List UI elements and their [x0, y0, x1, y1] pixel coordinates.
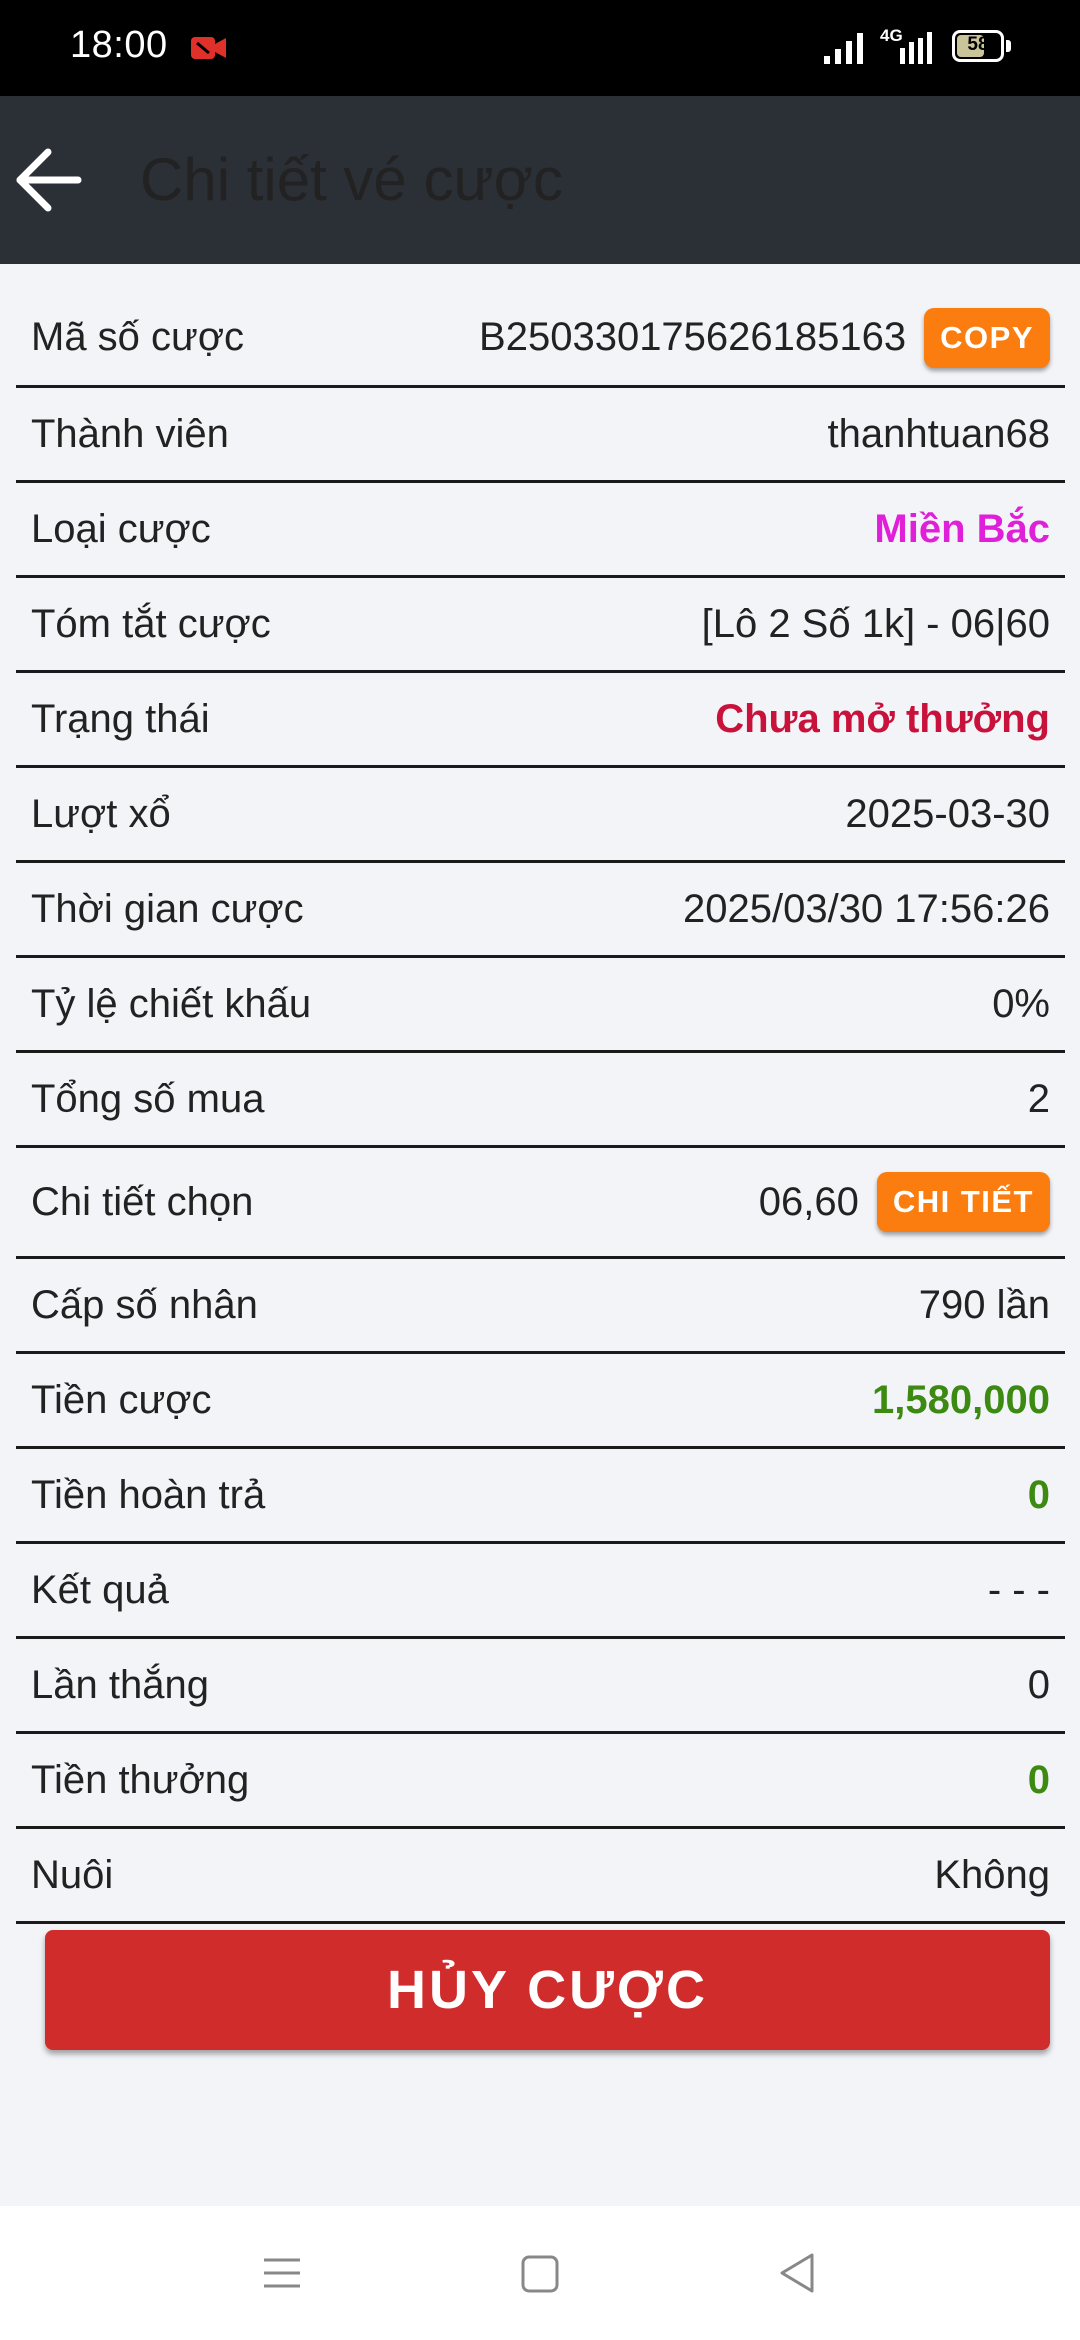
row-label: Trạng thái [31, 696, 210, 741]
discount-value: 0% [992, 981, 1050, 1026]
row-status: Trạng thái Chưa mở thưởng [16, 673, 1065, 768]
row-bet-type: Loại cược Miền Bắc [16, 483, 1065, 578]
result-value: - - - [987, 1567, 1050, 1612]
total-purchase-value: 2 [1027, 1076, 1050, 1121]
battery-icon: 58 [952, 30, 1004, 62]
row-label: Kết quả [31, 1567, 169, 1612]
row-stake: Tiền cược 1,580,000 [16, 1354, 1065, 1449]
row-multiplier: Cấp số nhân 790 lần [16, 1259, 1065, 1354]
row-label: Tỷ lệ chiết khấu [31, 981, 312, 1026]
status-value: Chưa mở thưởng [715, 696, 1050, 741]
row-refund: Tiền hoàn trả 0 [16, 1449, 1065, 1544]
wins-value: 0 [1027, 1662, 1050, 1707]
refund-value: 0 [1027, 1472, 1050, 1517]
row-label: Lần thắng [31, 1662, 209, 1707]
row-label: Tổng số mua [31, 1076, 265, 1121]
arrow-left-icon[interactable] [14, 140, 86, 220]
signal-4g-icon [900, 32, 932, 64]
row-label: Tiền cược [31, 1377, 212, 1422]
bet-code-value: B250330175626185163 [479, 315, 907, 359]
row-selection-detail: Chi tiết chọn 06,60 CHI TIẾT [16, 1148, 1065, 1259]
row-label: Thành viên [31, 411, 229, 456]
draw-value: 2025-03-30 [845, 791, 1050, 836]
row-nurture: Nuôi Không [16, 1829, 1065, 1924]
row-label: Loại cược [31, 506, 211, 551]
row-label: Chi tiết chọn [31, 1179, 254, 1224]
row-label: Thời gian cược [31, 886, 304, 931]
menu-icon[interactable] [262, 2256, 302, 2290]
bet-summary-value: [Lô 2 Số 1k] - 06|60 [701, 601, 1050, 646]
member-value: thanhtuan68 [827, 411, 1050, 456]
row-result: Kết quả - - - [16, 1544, 1065, 1639]
row-value-wrap: B250330175626185163 COPY [479, 307, 1050, 368]
row-label: Tóm tắt cược [31, 601, 271, 646]
detail-button[interactable]: CHI TIẾT [876, 1172, 1050, 1232]
battery-level: 58 [967, 34, 989, 55]
battery-tip [1006, 40, 1011, 52]
nurture-value: Không [934, 1852, 1050, 1897]
multiplier-value: 790 lần [918, 1282, 1050, 1327]
row-total-purchase: Tổng số mua 2 [16, 1053, 1065, 1148]
row-label: Mã số cược [31, 315, 245, 359]
recording-icon [191, 37, 226, 59]
page-title: Chi tiết vé cược [140, 146, 563, 213]
row-label: Cấp số nhân [31, 1282, 258, 1327]
prize-value: 0 [1027, 1757, 1050, 1802]
cancel-bet-button[interactable]: HỦY CƯỢC [45, 1930, 1050, 2050]
row-prize: Tiền thưởng 0 [16, 1734, 1065, 1829]
row-wins: Lần thắng 0 [16, 1639, 1065, 1734]
copy-button[interactable]: COPY [924, 307, 1050, 368]
bet-type-value: Miền Bắc [874, 506, 1050, 551]
row-value-wrap: 06,60 CHI TIẾT [759, 1172, 1050, 1232]
row-bet-summary: Tóm tắt cược [Lô 2 Số 1k] - 06|60 [16, 578, 1065, 673]
row-label: Nuôi [31, 1852, 114, 1897]
row-bet-code: Mã số cược B250330175626185163 COPY [16, 290, 1065, 388]
back-triangle-icon[interactable] [778, 2252, 816, 2294]
row-label: Tiền hoàn trả [31, 1472, 266, 1517]
signal-icon [824, 33, 863, 64]
stake-value: 1,580,000 [872, 1377, 1050, 1422]
row-draw: Lượt xổ 2025-03-30 [16, 768, 1065, 863]
row-label: Tiền thưởng [31, 1757, 250, 1802]
status-time: 18:00 [70, 24, 168, 66]
row-member: Thành viên thanhtuan68 [16, 388, 1065, 483]
bet-detail-list: Mã số cược B250330175626185163 COPY Thàn… [16, 290, 1065, 1924]
status-bar: 18:00 4G 58 [0, 0, 1080, 96]
row-bet-time: Thời gian cược 2025/03/30 17:56:26 [16, 863, 1065, 958]
home-square-icon[interactable] [520, 2254, 560, 2294]
selection-value: 06,60 [758, 1179, 859, 1224]
row-label: Lượt xổ [31, 791, 171, 836]
bet-time-value: 2025/03/30 17:56:26 [682, 886, 1050, 931]
row-discount: Tỷ lệ chiết khấu 0% [16, 958, 1065, 1053]
